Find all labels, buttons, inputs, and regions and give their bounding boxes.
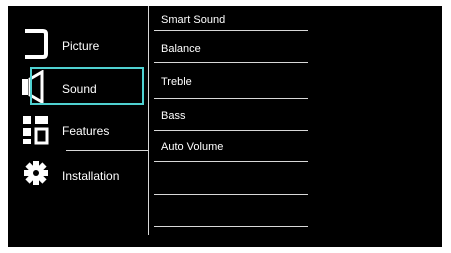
menu-item-label: Picture	[62, 39, 100, 53]
menu-item-label: Sound	[62, 82, 97, 96]
submenu-item-balance[interactable]: Balance	[153, 38, 308, 70]
gear-icon	[24, 161, 48, 185]
submenu-item-treble[interactable]: Treble	[153, 70, 308, 102]
submenu-item-auto-volume[interactable]: Auto Volume	[153, 136, 308, 168]
features-icon	[23, 116, 49, 145]
menu-item-picture[interactable]: Picture	[8, 24, 148, 64]
menu-item-label: Installation	[62, 169, 120, 183]
submenu-item-bass[interactable]: Bass	[153, 104, 308, 136]
menu-item-features[interactable]: Features	[8, 110, 148, 150]
menu-item-label: Features	[62, 124, 110, 138]
menu-item-sound[interactable]: Sound	[8, 67, 148, 108]
menu-item-installation[interactable]: Installation	[8, 154, 148, 194]
tv-settings-screen: Picture Sound Features Installation Smar…	[8, 6, 442, 247]
submenu-item-smart-sound[interactable]: Smart Sound	[153, 6, 308, 38]
submenu-item-empty	[153, 200, 308, 232]
menu-divider	[66, 150, 148, 151]
submenu-item-empty	[153, 168, 308, 200]
picture-icon	[25, 29, 48, 59]
menu-divider-vertical	[148, 6, 149, 235]
